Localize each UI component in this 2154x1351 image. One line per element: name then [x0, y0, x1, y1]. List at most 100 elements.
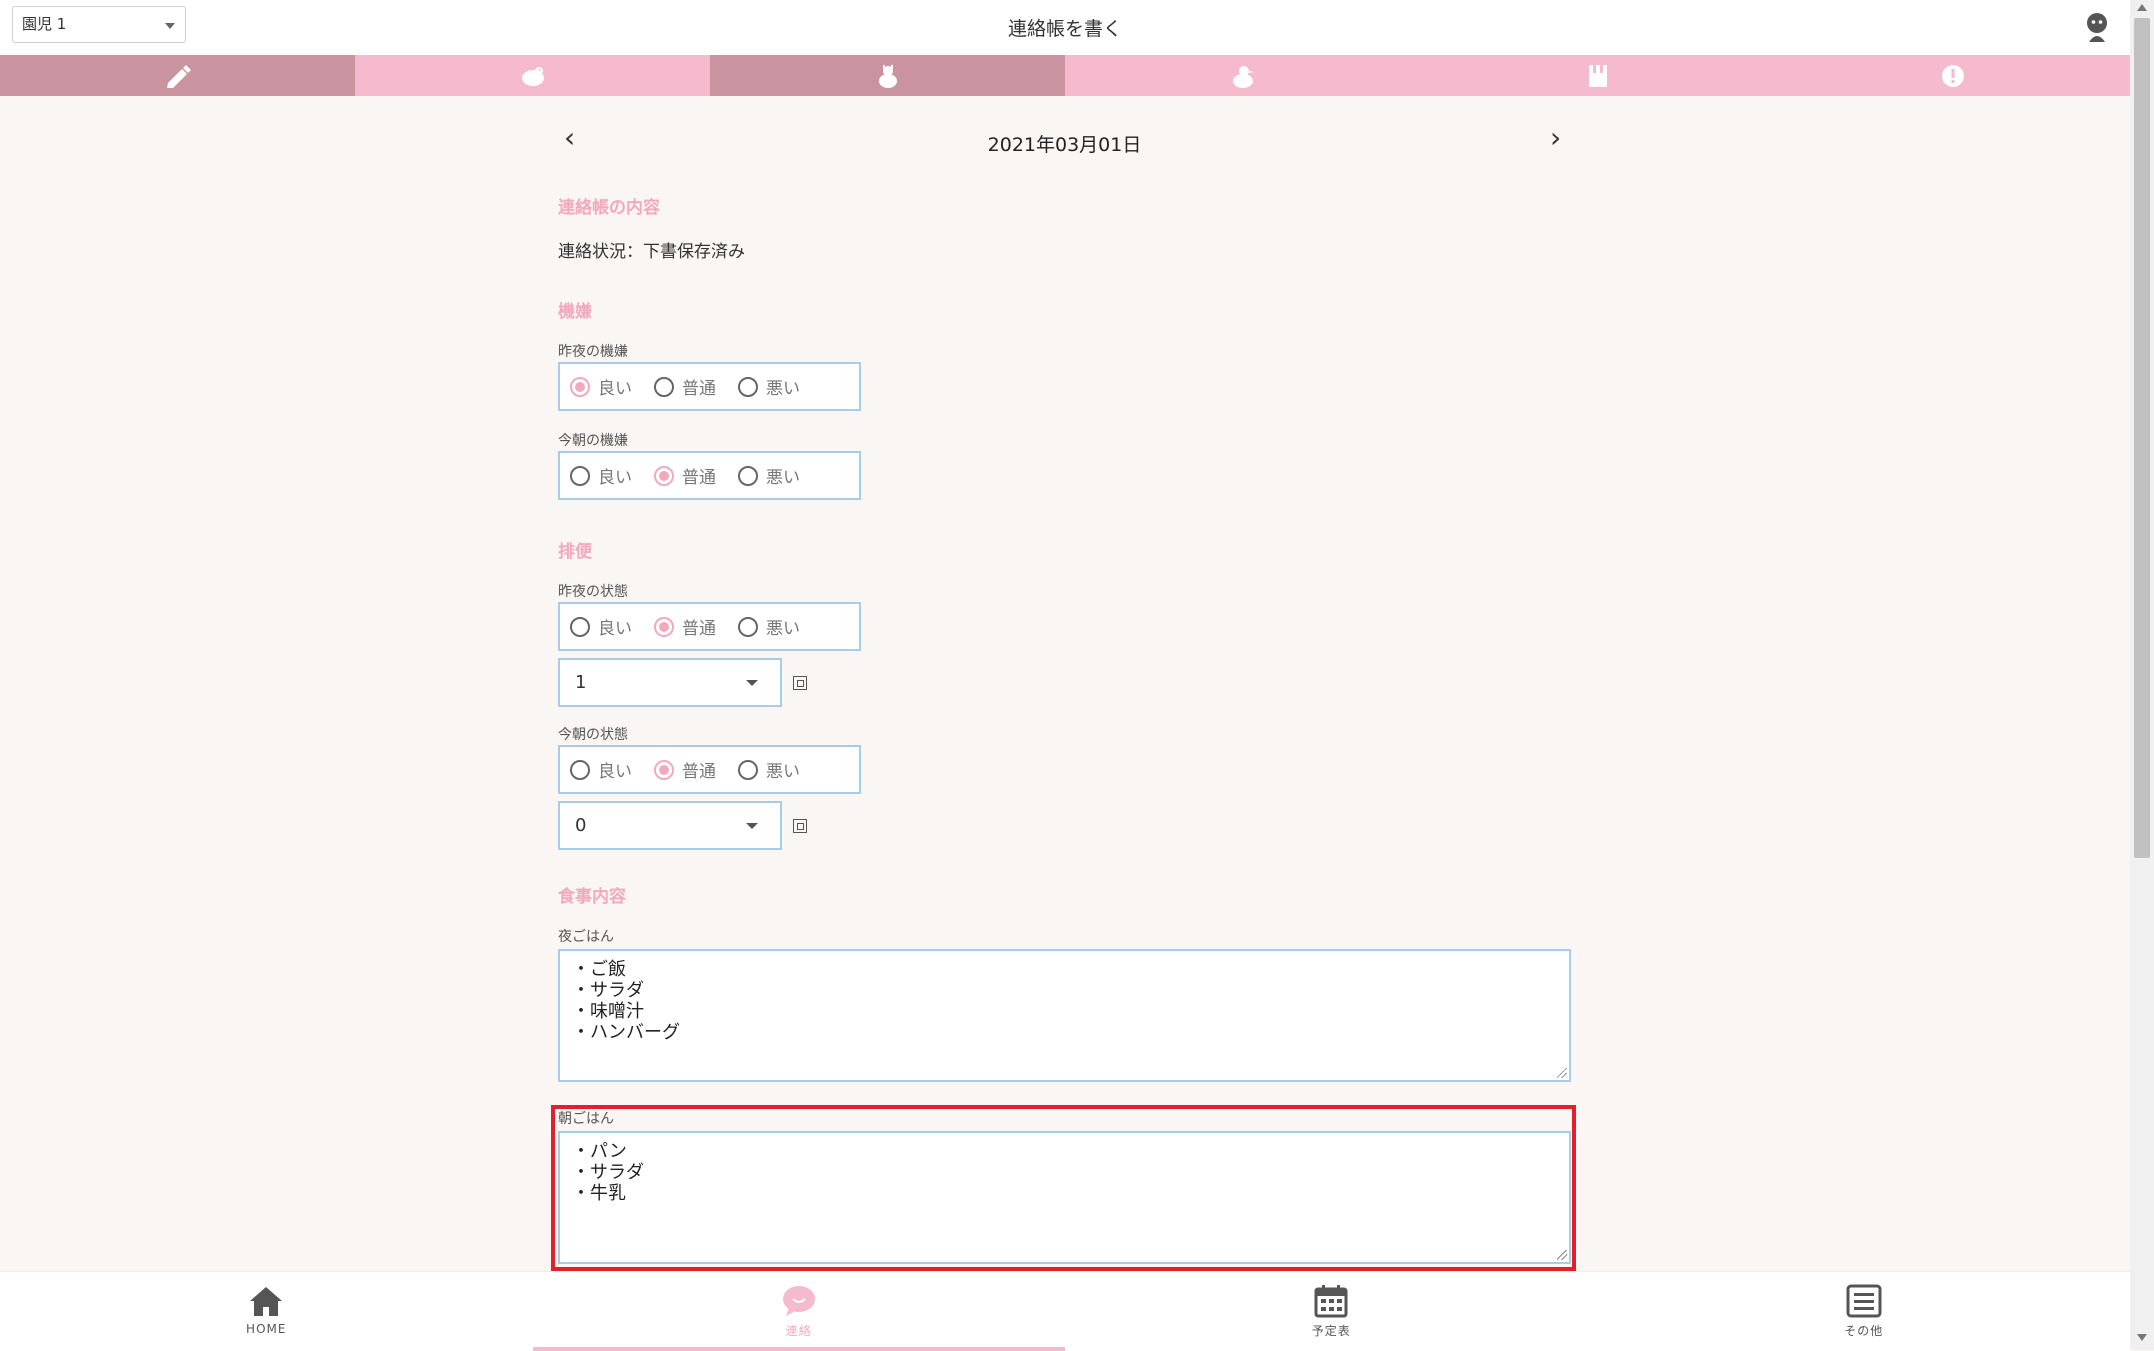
- chevron-down-icon: [746, 680, 758, 686]
- bowel-this-morning-label: 今朝の状態: [558, 727, 628, 743]
- radio-label: 悪い: [766, 619, 800, 639]
- mood-this-morning-label: 今朝の機嫌: [558, 433, 628, 449]
- radio-label: 良い: [598, 619, 632, 639]
- radio-unchecked-icon: [738, 465, 758, 486]
- chevron-down-icon: [746, 823, 758, 829]
- mood-last-night-radio-group: 良い 普通 悪い: [558, 362, 861, 411]
- mood-last-night-normal[interactable]: 普通: [654, 374, 716, 399]
- nav-contact[interactable]: 連絡: [532, 1272, 1066, 1351]
- radio-unchecked-icon: [738, 376, 758, 397]
- bowel-this-morning-count-select[interactable]: 0: [558, 801, 782, 850]
- category-tab-bar: [0, 55, 2130, 96]
- bowel-last-night-bad[interactable]: 悪い: [738, 614, 800, 639]
- radio-unchecked-icon: [570, 759, 590, 780]
- radio-unchecked-icon: [738, 759, 758, 780]
- bowel-last-night-normal[interactable]: 普通: [654, 614, 716, 639]
- scrollbar[interactable]: [2130, 0, 2154, 1350]
- mood-last-night-label: 昨夜の機嫌: [558, 344, 628, 360]
- radio-unchecked-icon: [738, 616, 758, 637]
- bottom-nav: HOME 連絡 予定表 その他: [0, 1271, 2130, 1351]
- mood-this-morning-bad[interactable]: 悪い: [738, 463, 800, 488]
- note-icon: [1588, 64, 1607, 87]
- nav-label: 予定表: [1311, 1324, 1351, 1338]
- bowel-last-night-radio-group: 良い 普通 悪い: [558, 602, 861, 651]
- chat-icon: [782, 1286, 815, 1316]
- tab-alert[interactable]: [1775, 55, 2130, 96]
- dinner-line: ・味噌汁: [572, 1001, 644, 1022]
- nav-label: その他: [1844, 1324, 1884, 1338]
- meals-section-title: 食事内容: [558, 887, 626, 907]
- mood-section-title: 機嫌: [558, 302, 592, 322]
- scroll-up-icon[interactable]: [2137, 4, 2147, 11]
- bowel-section-title: 排便: [558, 542, 592, 562]
- nav-label: 連絡: [785, 1324, 812, 1338]
- tab-chick[interactable]: [710, 55, 1065, 96]
- current-date: 2021年03月01日: [987, 134, 1142, 156]
- bowel-last-night-label: 昨夜の状態: [558, 584, 628, 600]
- avatar-icon[interactable]: [2083, 12, 2111, 42]
- bowel-this-morning-radio-group: 良い 普通 悪い: [558, 745, 861, 794]
- radio-label: 良い: [598, 379, 632, 399]
- radio-checked-icon: [570, 376, 590, 397]
- next-date-button[interactable]: ›: [1550, 124, 1561, 152]
- scroll-down-icon[interactable]: [2137, 1334, 2147, 1341]
- alert-icon: [1941, 64, 1964, 87]
- dinner-line: ・ハンバーグ: [572, 1022, 680, 1043]
- select-value: 1: [575, 672, 587, 693]
- contact-status: 連絡状況：下書保存済み: [558, 242, 745, 262]
- radio-checked-icon: [654, 759, 674, 780]
- bowel-this-morning-good[interactable]: 良い: [570, 757, 632, 782]
- pencil-icon: [166, 64, 191, 88]
- scrollbar-thumb[interactable]: [2134, 18, 2150, 858]
- mood-this-morning-radio-group: 良い 普通 悪い: [558, 451, 861, 500]
- radio-label: 悪い: [766, 379, 800, 399]
- select-value: 0: [575, 815, 587, 836]
- tab-chick-2[interactable]: [1065, 55, 1420, 96]
- top-bar: 園児 1 連絡帳を書く: [0, 0, 2130, 55]
- dinner-textarea[interactable]: ・ご飯 ・サラダ ・味噌汁 ・ハンバーグ: [558, 949, 1571, 1082]
- tab-bird[interactable]: [355, 55, 710, 96]
- bowel-this-morning-normal[interactable]: 普通: [654, 757, 716, 782]
- radio-unchecked-icon: [570, 616, 590, 637]
- resize-handle-icon[interactable]: [1557, 1068, 1567, 1078]
- radio-label: 悪い: [766, 468, 800, 488]
- radio-label: 良い: [598, 468, 632, 488]
- page-title: 連絡帳を書く: [1007, 18, 1122, 40]
- nav-home[interactable]: HOME: [0, 1272, 533, 1351]
- radio-label: 普通: [682, 379, 716, 399]
- contact-section-title: 連絡帳の内容: [558, 198, 660, 218]
- radio-label: 悪い: [766, 762, 800, 782]
- chick-2-icon: [1232, 65, 1254, 88]
- radio-unchecked-icon: [570, 465, 590, 486]
- home-icon: [250, 1287, 283, 1316]
- radio-label: 普通: [682, 619, 716, 639]
- radio-label: 普通: [682, 468, 716, 488]
- radio-unchecked-icon: [654, 376, 674, 397]
- bowel-last-night-count-select[interactable]: 1: [558, 658, 782, 707]
- calendar-icon: [1314, 1285, 1348, 1318]
- radio-label: 良い: [598, 762, 632, 782]
- bowel-last-night-good[interactable]: 良い: [570, 614, 632, 639]
- bowel-this-morning-bad[interactable]: 悪い: [738, 757, 800, 782]
- highlight-frame: [551, 1105, 1576, 1271]
- chick-icon: [878, 64, 897, 88]
- radio-checked-icon: [654, 465, 674, 486]
- dinner-line: ・ご飯: [572, 959, 626, 980]
- nav-schedule[interactable]: 予定表: [1065, 1272, 1598, 1351]
- info-icon[interactable]: [793, 819, 807, 833]
- nav-other[interactable]: その他: [1598, 1272, 2131, 1351]
- mood-last-night-good[interactable]: 良い: [570, 374, 632, 399]
- bird-icon: [521, 66, 544, 86]
- mood-this-morning-good[interactable]: 良い: [570, 463, 632, 488]
- tab-note[interactable]: [1420, 55, 1775, 96]
- mood-last-night-bad[interactable]: 悪い: [738, 374, 800, 399]
- mood-this-morning-normal[interactable]: 普通: [654, 463, 716, 488]
- menu-icon: [1846, 1284, 1882, 1318]
- tab-pencil[interactable]: [0, 55, 355, 96]
- dinner-label: 夜ごはん: [558, 929, 614, 945]
- nav-label: HOME: [246, 1322, 287, 1336]
- dinner-line: ・サラダ: [572, 980, 644, 1001]
- radio-checked-icon: [654, 616, 674, 637]
- info-icon[interactable]: [793, 676, 807, 690]
- radio-label: 普通: [682, 762, 716, 782]
